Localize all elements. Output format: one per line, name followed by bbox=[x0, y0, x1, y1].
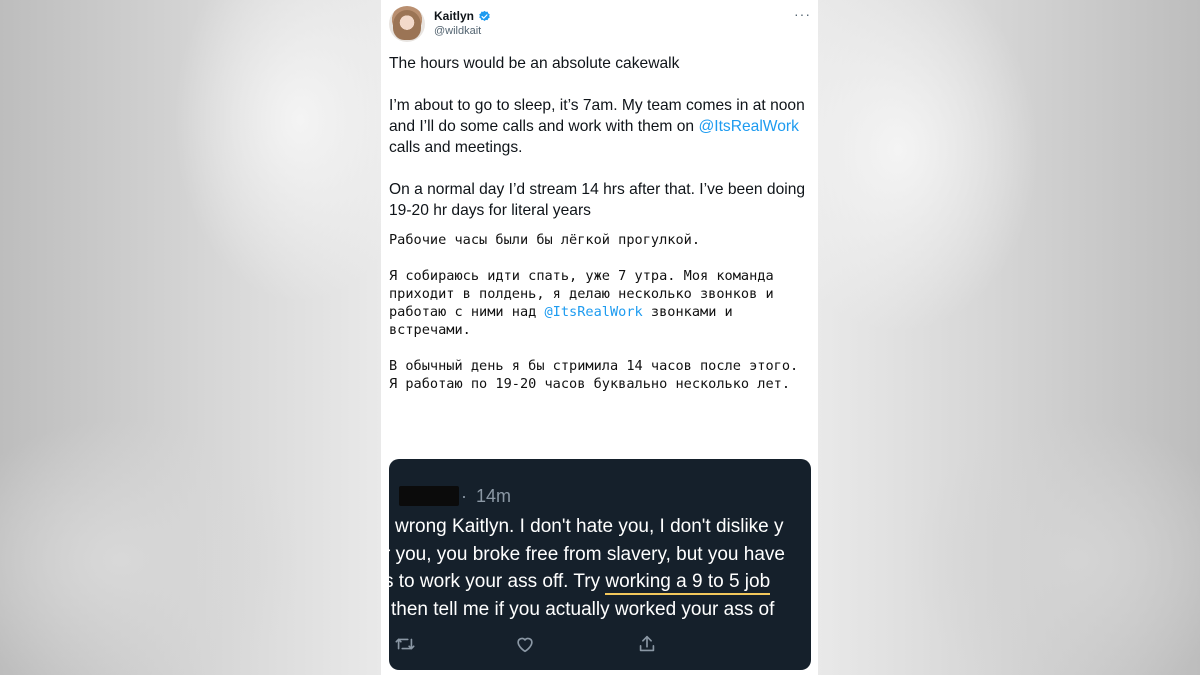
tweet-paragraph-2-end: calls and meetings. bbox=[389, 139, 523, 156]
mention-link[interactable]: @ItsRealWork bbox=[698, 118, 798, 135]
tweet-paragraph-2: I’m about to go to sleep, it’s 7am. My t… bbox=[389, 95, 814, 158]
tweet-text-english: The hours would be an absolute cakewalk … bbox=[389, 53, 814, 221]
share-icon[interactable] bbox=[636, 633, 658, 655]
like-icon[interactable] bbox=[514, 633, 536, 655]
reply-separator-dot: · bbox=[461, 486, 467, 506]
reply-line-2: r you, you broke free from slavery, but … bbox=[389, 544, 785, 565]
avatar-portrait bbox=[393, 10, 421, 40]
reply-line-4: then tell me if you actually worked your… bbox=[391, 599, 775, 620]
tweet-card: Kaitlyn @wildkait ··· The hours would be… bbox=[381, 0, 818, 675]
translation-paragraph-2: Я собираюсь идти спать, уже 7 утра. Моя … bbox=[389, 267, 814, 339]
reply-line-3: s to work your ass off. Try working a 9 … bbox=[389, 571, 771, 595]
tweet-header: Kaitlyn @wildkait ··· bbox=[389, 6, 814, 42]
author-handle[interactable]: @wildkait bbox=[434, 25, 481, 37]
tweet-paragraph-3: On a normal day I’d stream 14 hrs after … bbox=[389, 181, 806, 219]
translation-mention-link[interactable]: @ItsRealWork bbox=[545, 304, 643, 320]
redacted-username bbox=[399, 486, 459, 506]
verified-badge-icon bbox=[479, 10, 490, 21]
translation-paragraph-1: Рабочие часы были бы лёгкой прогулкой. bbox=[389, 232, 700, 248]
blurred-background-left bbox=[0, 0, 381, 675]
translation-paragraph-3: В обычный день я бы стримила 14 часов по… bbox=[389, 358, 799, 392]
author-display-name[interactable]: Kaitlyn bbox=[434, 9, 474, 23]
more-icon[interactable]: ··· bbox=[794, 7, 810, 21]
reply-timestamp: 14m bbox=[476, 486, 512, 506]
blurred-background-right bbox=[818, 0, 1200, 675]
author-name-row[interactable]: Kaitlyn bbox=[434, 8, 491, 24]
retweet-icon[interactable] bbox=[394, 633, 416, 655]
reply-line-3-text: s to work your ass off. Try bbox=[389, 571, 606, 592]
highlighted-phrase: working a 9 to 5 job bbox=[605, 571, 771, 595]
embedded-reply-screenshot: · 14m wrong Kaitlyn. I don't hate you, I… bbox=[389, 459, 811, 670]
avatar[interactable] bbox=[389, 6, 425, 42]
tweet-paragraph-1: The hours would be an absolute cakewalk bbox=[389, 55, 680, 72]
translation-russian: Рабочие часы были бы лёгкой прогулкой. Я… bbox=[389, 231, 814, 393]
reply-line-1: wrong Kaitlyn. I don't hate you, I don't… bbox=[395, 516, 784, 537]
